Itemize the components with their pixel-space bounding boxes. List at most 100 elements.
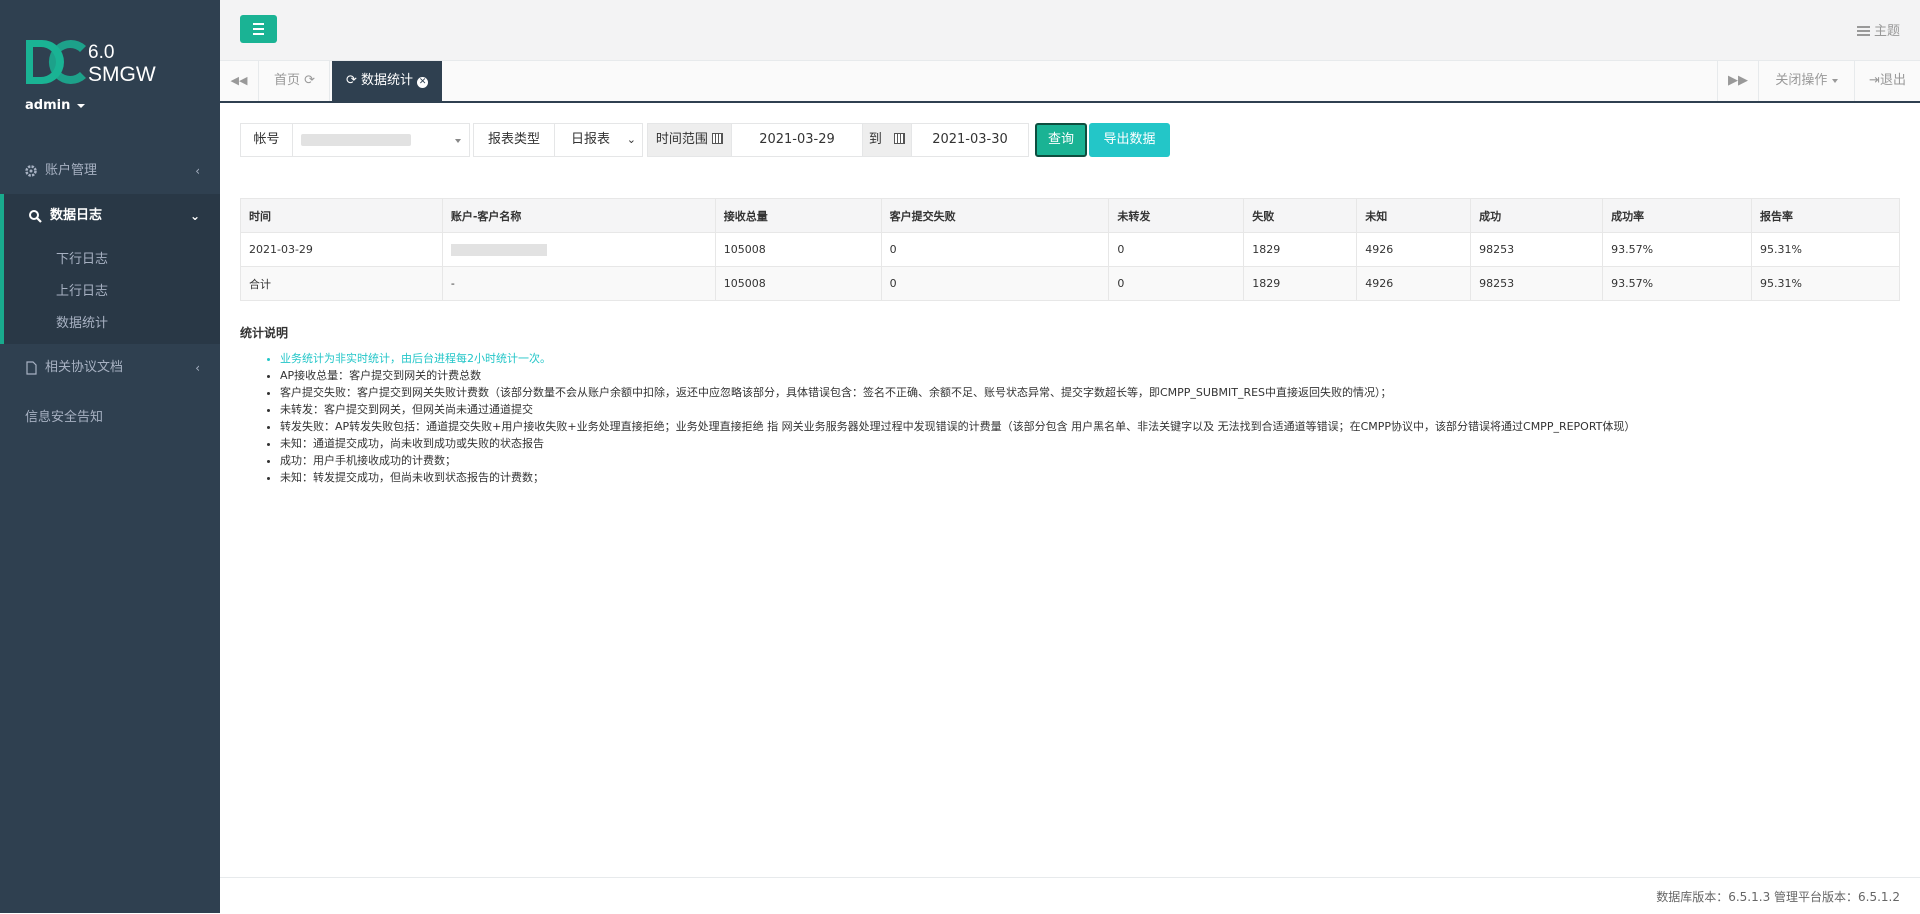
user-name: admin	[25, 98, 71, 113]
logout-label: 退出	[1879, 73, 1906, 88]
redacted-account-name	[450, 244, 547, 256]
to-label: 到	[862, 123, 912, 157]
chevron-left-icon: ‹	[195, 164, 200, 178]
caret-down-icon	[76, 103, 85, 108]
table-cell: 4926	[1356, 232, 1472, 267]
report-type-label: 报表类型	[473, 123, 555, 157]
note-item: AP接收总量：客户提交到网关的计费总数	[280, 367, 1920, 384]
chevron-down-icon: ⌄	[626, 133, 636, 146]
table-row: 2021-03-29 105008 0 0 1829 4926 98253 93…	[240, 232, 1900, 267]
note-item: 业务统计为非实时统计，由后台进程每2小时统计一次。	[280, 350, 1920, 367]
table-cell: 0	[1108, 232, 1245, 267]
col-header-failed: 失败	[1243, 198, 1358, 233]
col-header-account: 账户-客户名称	[441, 198, 716, 233]
refresh-icon: ⟳	[304, 73, 316, 88]
report-type-value: 日报表	[571, 132, 611, 147]
table-cell: 95.31%	[1751, 232, 1900, 267]
nav-downlink-log[interactable]: 下行日志	[56, 248, 108, 267]
nav-protocol-docs-label: 相关协议文档	[45, 360, 124, 375]
table-cell: 1829	[1243, 266, 1358, 301]
calendar-icon	[712, 133, 724, 144]
note-item: 未知：转发提交成功，但尚未收到状态报告的计费数；	[280, 469, 1920, 486]
time-range-label: 时间范围	[647, 123, 732, 157]
tab-home-label: 首页	[274, 73, 301, 88]
top-navbar: 主题	[220, 0, 1920, 61]
table-cell: 4926	[1356, 266, 1472, 301]
tab-data-stats[interactable]: ⟳ 数据统计 ✕	[332, 61, 443, 101]
logout-button[interactable]: ⇥退出	[1854, 61, 1920, 101]
table-cell: 93.57%	[1602, 266, 1752, 301]
theme-button[interactable]: 主题	[1856, 20, 1900, 39]
table-row-total: 合计 - 105008 0 0 1829 4926 98253 93.57% 9…	[240, 266, 1900, 301]
date-from-input[interactable]: 2021-03-29	[731, 123, 863, 157]
account-filter: 帐号	[240, 123, 470, 157]
table-cell: 98253	[1470, 266, 1604, 301]
double-left-icon: ◀◀	[230, 74, 248, 87]
refresh-icon: ⟳	[346, 73, 357, 88]
col-header-report-rate: 报告率	[1751, 198, 1900, 233]
close-ops-label: 关闭操作	[1775, 73, 1828, 88]
table-cell: 105008	[714, 232, 882, 267]
svg-text:6.0: 6.0	[88, 42, 114, 63]
tabs-scroll-right-button[interactable]: ▶▶	[1717, 61, 1758, 101]
version-info: 数据库版本：6.5.1.3 管理平台版本：6.5.1.2	[1656, 890, 1900, 904]
redacted-account	[301, 134, 411, 146]
menu-toggle-button[interactable]	[240, 15, 277, 43]
search-icon	[29, 210, 42, 223]
double-right-icon: ▶▶	[1728, 73, 1748, 88]
user-menu[interactable]: admin	[25, 98, 85, 113]
data-log-submenu: 下行日志 上行日志 数据统计	[0, 238, 220, 344]
file-icon	[26, 361, 37, 375]
close-operations-dropdown[interactable]: 关闭操作	[1758, 61, 1854, 101]
table-cell: 合计	[240, 266, 443, 301]
nav-data-stats[interactable]: 数据统计	[56, 312, 108, 331]
account-label: 帐号	[240, 123, 293, 157]
dc-smgw-logo: 6.0 SMGW	[26, 40, 156, 86]
col-header-submit-fail: 客户提交失败	[880, 198, 1110, 233]
note-item: 客户提交失败：客户提交到网关失败计费数（该部分数量不会从账户余额中扣除，返还中应…	[280, 384, 1920, 401]
table-cell: 98253	[1470, 232, 1604, 267]
to-text: 到	[868, 132, 882, 147]
note-item: 未转发：客户提交到网关，但网关尚未通过通道提交	[280, 401, 1920, 418]
table-header-row: 时间 账户-客户名称 接收总量 客户提交失败 未转发 失败 未知 成功 成功率 …	[240, 198, 1900, 233]
report-type-filter: 报表类型 日报表 ⌄	[473, 123, 643, 157]
tabs-scroll-left-button[interactable]: ◀◀	[220, 61, 259, 101]
table-cell: 0	[880, 266, 1110, 301]
caret-down-icon	[455, 139, 461, 143]
nav-account-label: 账户管理	[45, 163, 98, 178]
time-range-filter: 时间范围 2021-03-29 到 2021-03-30	[647, 123, 1029, 157]
table-cell-account	[441, 232, 716, 267]
col-header-received: 接收总量	[714, 198, 882, 233]
sidebar: 6.0 SMGW admin 账户管理 ‹ 数据日志 ⌄ 下行日志 上行日志 数…	[0, 0, 220, 913]
table-cell: 2021-03-29	[240, 232, 443, 267]
gear-icon	[25, 165, 37, 177]
tab-home[interactable]: 首页 ⟳	[260, 61, 331, 101]
nav-protocol-docs[interactable]: 相关协议文档 ‹	[0, 346, 220, 390]
sign-out-icon: ⇥	[1869, 73, 1880, 88]
nav-data-log[interactable]: 数据日志 ⌄	[0, 194, 220, 238]
hamburger-icon	[253, 23, 264, 25]
nav-uplink-log[interactable]: 上行日志	[56, 280, 108, 299]
account-select[interactable]	[292, 123, 470, 157]
note-item: 转发失败：AP转发失败包括：通道提交失败+用户接收失败+业务处理直接拒绝；业务处…	[280, 418, 1920, 435]
query-button[interactable]: 查询	[1035, 123, 1087, 157]
chevron-down-icon: ⌄	[189, 209, 200, 223]
close-tab-icon[interactable]: ✕	[417, 77, 429, 88]
nav-account-management[interactable]: 账户管理 ‹	[0, 149, 220, 193]
report-type-select[interactable]: 日报表 ⌄	[554, 123, 643, 157]
date-to-input[interactable]: 2021-03-30	[911, 123, 1029, 157]
notes-title: 统计说明	[240, 326, 289, 340]
col-header-success: 成功	[1470, 198, 1604, 233]
col-header-success-rate: 成功率	[1602, 198, 1752, 233]
time-range-text: 时间范围	[655, 132, 708, 147]
export-data-button[interactable]: 导出数据	[1089, 123, 1170, 157]
note-item: 成功：用户手机接收成功的计费数；	[280, 452, 1920, 469]
col-header-time: 时间	[240, 198, 443, 233]
svg-text:SMGW: SMGW	[88, 63, 156, 86]
notes-list: 业务统计为非实时统计，由后台进程每2小时统计一次。 AP接收总量：客户提交到网关…	[260, 350, 1920, 486]
table-cell: 95.31%	[1751, 266, 1900, 301]
table-cell: 0	[880, 232, 1110, 267]
nav-security-notice[interactable]: 信息安全告知	[25, 406, 103, 425]
table-cell: 0	[1108, 266, 1245, 301]
table-cell: 105008	[714, 266, 882, 301]
